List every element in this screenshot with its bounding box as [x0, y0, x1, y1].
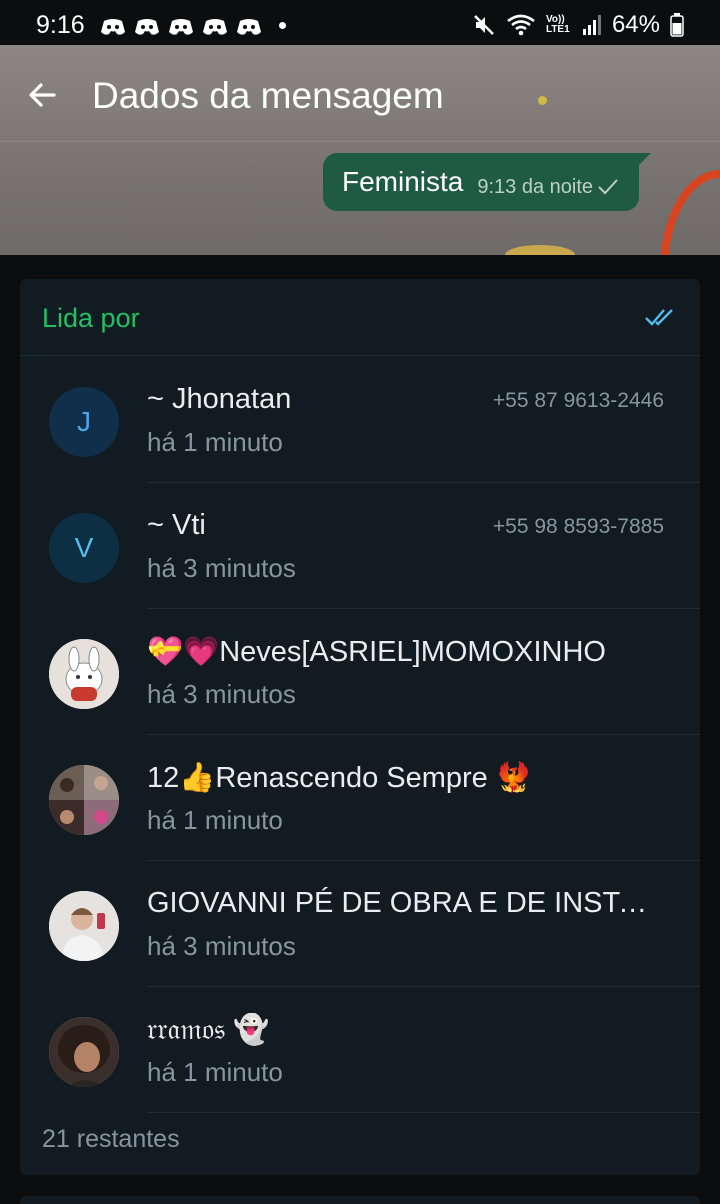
avatar [49, 639, 119, 709]
read-time: há 1 minuto [147, 805, 283, 835]
discord-notification-icon [133, 15, 161, 35]
avatar [49, 1017, 119, 1087]
reader-row[interactable]: V ~ Vti +55 98 8593-7885 há 3 minutos [20, 483, 700, 609]
remaining-count[interactable]: 21 restantes [42, 1125, 180, 1154]
status-bar: 9:16 Vo)) LTE1 64% [0, 0, 720, 50]
profile-photo-icon [49, 891, 119, 961]
profile-photo-icon [49, 765, 119, 835]
more-notifications-dot-icon [278, 21, 286, 29]
reader-name: ~ Jhonatan [147, 383, 292, 415]
read-time: há 1 minuto [147, 427, 283, 457]
sent-check-icon [598, 179, 618, 195]
discord-notification-icon [235, 15, 263, 35]
read-time: há 3 minutos [147, 553, 296, 583]
reader-row[interactable]: 𝔯𝔯𝔞𝔪𝔬𝔰 👻 há 1 minuto [20, 987, 700, 1113]
double-check-icon [645, 309, 673, 326]
back-arrow-icon [29, 83, 56, 107]
notification-icons [99, 15, 286, 35]
reader-name: 12👍Renascendo Sempre 🐦‍🔥 [147, 762, 532, 794]
read-time: há 3 minutos [147, 679, 296, 709]
reader-phone: +55 98 8593-7885 [492, 515, 664, 538]
reader-row[interactable]: 💝💗Neves[ASRIEL]MOMOXINHO há 3 minutos [20, 609, 700, 735]
reader-phone: +55 87 9613-2446 [492, 389, 664, 412]
reader-row[interactable]: GIOVANNI PÉ DE OBRA E DE INSTALAÇÃO há 3… [20, 861, 700, 987]
reader-name: 💝💗Neves[ASRIEL]MOMOXINHO [147, 636, 606, 668]
wallpaper-decoration [505, 245, 575, 255]
wallpaper-decoration [538, 96, 547, 105]
message-text: Feminista [342, 166, 464, 197]
read-by-title: Lida por [42, 303, 140, 333]
next-card-edge [20, 1196, 700, 1204]
profile-photo-icon [49, 1017, 119, 1087]
wallpaper-decoration [660, 170, 720, 255]
lte-label: Vo)) LTE1 [545, 14, 570, 35]
message-bubble[interactable]: Feminista 9:13 da noite [323, 153, 652, 211]
battery-percent: 64% [611, 11, 660, 38]
header-divider [0, 141, 720, 142]
avatar: V [49, 513, 119, 583]
read-time: há 3 minutos [147, 931, 296, 961]
read-by-header: Lida por [20, 279, 700, 356]
read-time: há 1 minuto [147, 1057, 283, 1087]
reader-name: GIOVANNI PÉ DE OBRA E DE INSTALAÇÃO [147, 887, 662, 919]
mute-icon [472, 13, 496, 37]
avatar: J [49, 387, 119, 457]
row-divider [147, 1112, 700, 1113]
discord-notification-icon [167, 15, 195, 35]
discord-notification-icon [99, 15, 127, 35]
reader-name: ~ Vti [147, 509, 206, 541]
read-by-card: Lida por J ~ Jhonatan +55 87 9613-2446 h… [20, 279, 700, 1175]
avatar [49, 891, 119, 961]
message-preview-header: Dados da mensagem Feminista 9:13 da noit… [0, 45, 720, 255]
status-time: 9:16 [36, 10, 85, 39]
page-title: Dados da mensagem [92, 75, 444, 116]
reader-row[interactable]: J ~ Jhonatan +55 87 9613-2446 há 1 minut… [20, 357, 700, 483]
reader-name: 𝔯𝔯𝔞𝔪𝔬𝔰 👻 [147, 1014, 270, 1046]
bubble-tail [637, 153, 652, 167]
reader-row[interactable]: 12👍Renascendo Sempre 🐦‍🔥 há 1 minuto [20, 735, 700, 861]
wifi-icon [506, 13, 536, 37]
avatar [49, 765, 119, 835]
battery-icon [670, 13, 684, 37]
message-meta: 9:13 da noite [477, 176, 619, 199]
message-time: 9:13 da noite [477, 175, 594, 198]
signal-icon [582, 14, 602, 36]
status-right-icons: Vo)) LTE1 64% [472, 11, 684, 39]
back-button[interactable] [22, 75, 62, 115]
profile-photo-icon [49, 639, 119, 709]
discord-notification-icon [201, 15, 229, 35]
